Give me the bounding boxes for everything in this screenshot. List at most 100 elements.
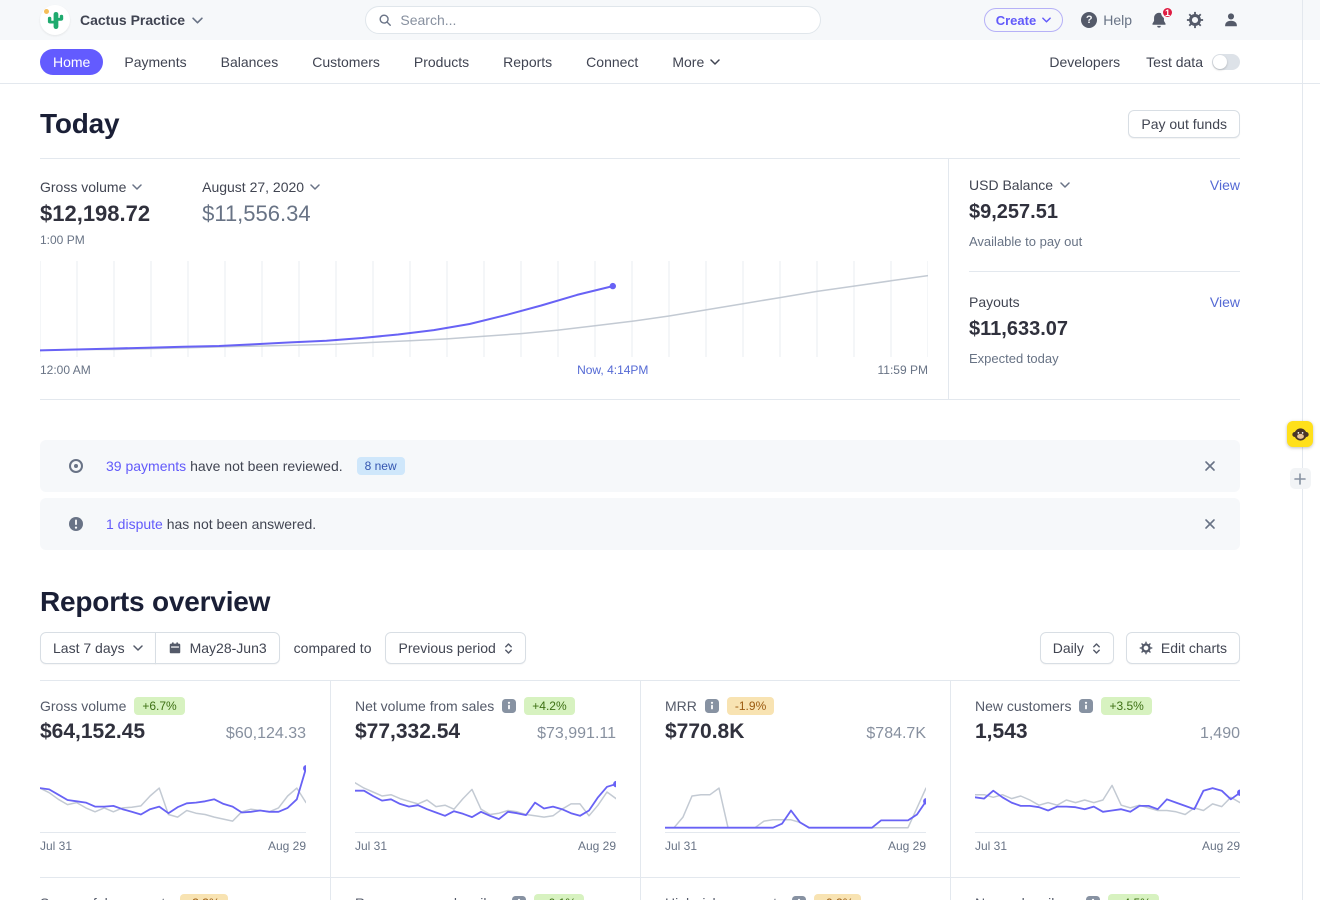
account-logo[interactable] (40, 5, 70, 35)
tab-more[interactable]: More (659, 49, 733, 75)
search-icon (378, 13, 392, 27)
info-icon[interactable] (1079, 699, 1093, 713)
test-data-control[interactable]: Test data (1146, 54, 1240, 70)
date-range-select[interactable]: Last 7 days (40, 632, 156, 664)
date-range-label: Last 7 days (53, 640, 125, 656)
edge-overlay-buttons (1287, 421, 1313, 489)
report-card: Revenue per subscriber +0.1% $107.58 (330, 877, 640, 900)
payouts-value: $11,633.07 (969, 318, 1240, 341)
usd-balance-view-link[interactable]: View (1210, 177, 1240, 193)
logo-notification-dot (44, 9, 49, 14)
tab-home[interactable]: Home (40, 49, 103, 75)
card-previous-value: $73,991.11 (537, 725, 616, 743)
account-switcher[interactable]: Cactus Practice (80, 12, 203, 28)
card-title: Revenue per subscriber (355, 895, 504, 900)
info-icon[interactable] (1086, 896, 1100, 900)
main-nav: Home Payments Balances Customers Products Rep… (40, 49, 733, 75)
date-range-group: Last 7 days May28-Jun3 (40, 632, 280, 664)
card-previous-value: 1,490 (1200, 725, 1240, 743)
chart-end-label: Aug 29 (888, 839, 926, 853)
extension-button[interactable] (1287, 421, 1313, 447)
date-range-picker[interactable]: May28-Jun3 (155, 632, 280, 664)
monkey-icon (1291, 425, 1310, 444)
chevron-down-icon (1060, 182, 1070, 188)
create-button[interactable]: Create (984, 8, 1063, 32)
card-title: New customers (975, 698, 1071, 714)
search-input[interactable] (400, 12, 808, 28)
main-content: Today Pay out funds Gross volume $12,198… (0, 84, 1320, 900)
top-header: Cactus Practice Create ? Help 1 (0, 0, 1320, 40)
search-bar[interactable] (365, 6, 821, 34)
change-badge: -1.9% (727, 697, 774, 715)
report-card: Net volume from sales +4.2% $77,332.54 $… (330, 681, 640, 877)
help-button[interactable]: ? Help (1081, 12, 1132, 28)
settings-button[interactable] (1186, 11, 1204, 29)
change-badge: -3.3% (180, 894, 227, 900)
change-badge: -0.2% (814, 894, 861, 900)
usd-balance-selector[interactable]: USD Balance (969, 177, 1070, 193)
report-card: MRR -1.9% $770.8K $784.7K Jul 31 Aug 29 (640, 681, 950, 877)
dispute-link[interactable]: 1 dispute (106, 516, 163, 532)
profile-button[interactable] (1222, 11, 1240, 29)
card-title: Successful payments (40, 895, 172, 900)
tab-connect[interactable]: Connect (573, 49, 651, 75)
payouts-label: Payouts (969, 294, 1020, 310)
tab-customers[interactable]: Customers (299, 49, 393, 75)
tab-payments[interactable]: Payments (111, 49, 199, 75)
info-icon[interactable] (792, 896, 806, 900)
reports-controls: Last 7 days May28-Jun3 compared to Previ… (40, 632, 1240, 664)
card-title: New subscribers (975, 895, 1078, 900)
close-icon[interactable] (1200, 514, 1220, 534)
main-nav-bar: Home Payments Balances Customers Products Rep… (0, 40, 1320, 84)
dispute-notice: 1 dispute has not been answered. (40, 498, 1240, 550)
add-button[interactable] (1290, 468, 1311, 489)
compared-to-label: compared to (294, 640, 372, 656)
info-icon[interactable] (705, 699, 719, 713)
chart-end-label: Aug 29 (268, 839, 306, 853)
payouts-block: Payouts View $11,633.07 Expected today (969, 271, 1240, 388)
chart-start-label: Jul 31 (975, 839, 1007, 853)
test-data-toggle[interactable] (1212, 54, 1240, 70)
edit-charts-button[interactable]: Edit charts (1126, 632, 1240, 664)
info-icon[interactable] (502, 699, 516, 713)
gross-volume-value: $12,198.72 (40, 201, 150, 227)
tab-reports[interactable]: Reports (490, 49, 565, 75)
tab-balances[interactable]: Balances (208, 49, 292, 75)
notifications-button[interactable]: 1 (1150, 11, 1168, 29)
comparison-date-label: August 27, 2020 (202, 179, 304, 195)
chevron-down-icon (192, 17, 203, 24)
help-label: Help (1103, 12, 1132, 28)
tab-label: Balances (221, 54, 279, 70)
card-title: High risk payments (665, 895, 784, 900)
date-range-value: May28-Jun3 (190, 640, 267, 656)
report-card: New subscribers +4.5% 12,398 (950, 877, 1240, 900)
payout-funds-button[interactable]: Pay out funds (1128, 110, 1240, 138)
change-badge: +0.1% (534, 894, 584, 900)
chart-now-label: Now, 4:14PM (577, 363, 648, 377)
interval-select[interactable]: Daily (1040, 632, 1114, 664)
payouts-view-link[interactable]: View (1210, 294, 1240, 310)
comparison-date-selector[interactable]: August 27, 2020 (202, 179, 320, 195)
comparison-value: $11,556.34 (202, 201, 320, 227)
card-current-value: $770.8K (665, 720, 744, 744)
tab-products[interactable]: Products (401, 49, 482, 75)
comparison-period-select[interactable]: Previous period (385, 632, 525, 664)
chevron-down-icon (310, 184, 320, 190)
usd-balance-block: USD Balance View $9,257.51 Available to … (969, 163, 1240, 271)
developers-link[interactable]: Developers (1049, 54, 1120, 70)
report-card: Gross volume +6.7% $64,152.45 $60,124.33… (40, 681, 330, 877)
balances-panel: USD Balance View $9,257.51 Available to … (948, 159, 1240, 399)
chart-end-label: 11:59 PM (878, 363, 928, 377)
card-previous-value: $60,124.33 (226, 725, 306, 743)
card-current-value: $64,152.45 (40, 720, 145, 744)
gross-volume-time: 1:00 PM (40, 233, 150, 247)
gross-volume-selector[interactable]: Gross volume (40, 179, 142, 195)
chart-start-label: Jul 31 (355, 839, 387, 853)
today-title: Today (40, 108, 119, 140)
close-icon[interactable] (1200, 456, 1220, 476)
payments-link[interactable]: 39 payments (106, 458, 186, 474)
report-card: New customers +3.5% 1,543 1,490 Jul 31 A… (950, 681, 1240, 877)
info-icon[interactable] (512, 896, 526, 900)
gross-volume-label: Gross volume (40, 179, 126, 195)
tab-label: Connect (586, 54, 638, 70)
